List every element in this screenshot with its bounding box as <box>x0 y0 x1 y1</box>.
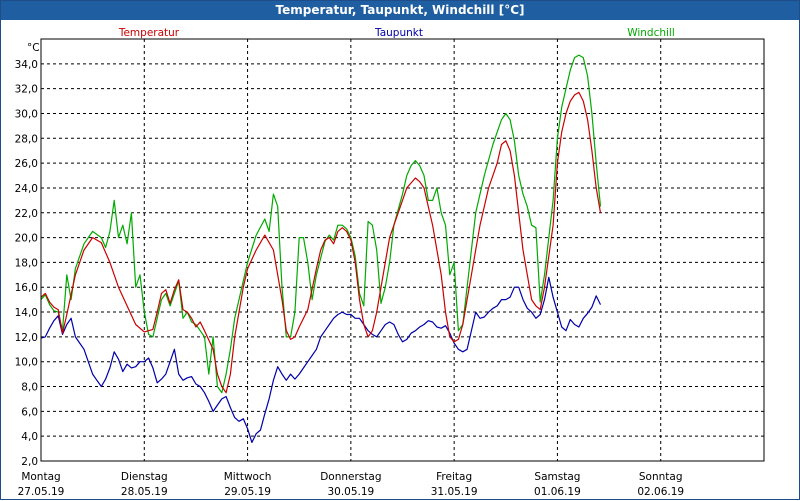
y-tick-label: 18,0 <box>15 257 38 269</box>
x-tick-weekday: Montag <box>21 471 60 483</box>
grid-layer <box>41 39 764 462</box>
x-tick-date: 27.05.19 <box>18 486 65 498</box>
y-tick-label: 20,0 <box>15 233 38 245</box>
y-tick-label: 24,0 <box>15 183 38 195</box>
plot-frame <box>40 38 765 462</box>
y-tick-label: 16,0 <box>15 282 38 294</box>
y-axis-unit: °C <box>27 42 40 54</box>
x-tick-weekday: Mittwoch <box>224 471 272 483</box>
x-tick-date: 31.05.19 <box>431 486 478 498</box>
x-tick-date: 02.06.19 <box>637 486 684 498</box>
x-tick-weekday: Dienstag <box>121 471 168 483</box>
legend-label-taupunkt: Taupunkt <box>374 27 423 39</box>
y-tick-label: 6,0 <box>21 406 38 418</box>
x-tick-weekday: Samstag <box>534 471 580 483</box>
y-tick-label: 28,0 <box>15 133 38 145</box>
y-tick-label: 2,0 <box>21 456 38 468</box>
y-tick-label: 34,0 <box>15 59 38 71</box>
x-tick-date: 30.05.19 <box>327 486 374 498</box>
y-tick-label: 30,0 <box>15 108 38 120</box>
y-tick-label: 8,0 <box>21 382 38 394</box>
line-chart: 2,0 4,0 6,0 8,0 10,0 12,0 14,0 16,0 18,0 20,0 22,0… <box>15 27 765 498</box>
x-tick-date: 29.05.19 <box>224 486 271 498</box>
series-line-windchill <box>40 54 602 394</box>
y-tick-label: 12,0 <box>15 332 38 344</box>
legend-label-temperatur: Temperatur <box>118 27 180 39</box>
chart-window: Temperatur, Taupunkt, Windchill [°C] 2,0… <box>0 0 800 500</box>
x-tick-date: 01.06.19 <box>534 486 581 498</box>
y-tick-label: 10,0 <box>15 357 38 369</box>
y-tick-label: 4,0 <box>21 431 38 443</box>
x-tick-weekday: Sonntag <box>639 471 683 483</box>
y-tick-label: 14,0 <box>15 307 38 319</box>
x-tick-weekday: Freitag <box>436 471 472 483</box>
series-line-temperatur <box>40 91 602 394</box>
x-tick-date: 28.05.19 <box>121 486 168 498</box>
y-tick-label: 32,0 <box>15 84 38 96</box>
axis-layer <box>40 38 765 462</box>
y-tick-label: 22,0 <box>15 208 38 220</box>
legend-label-windchill: Windchill <box>627 27 675 39</box>
y-tick-label: 26,0 <box>15 158 38 170</box>
x-tick-weekday: Donnerstag <box>320 471 381 483</box>
